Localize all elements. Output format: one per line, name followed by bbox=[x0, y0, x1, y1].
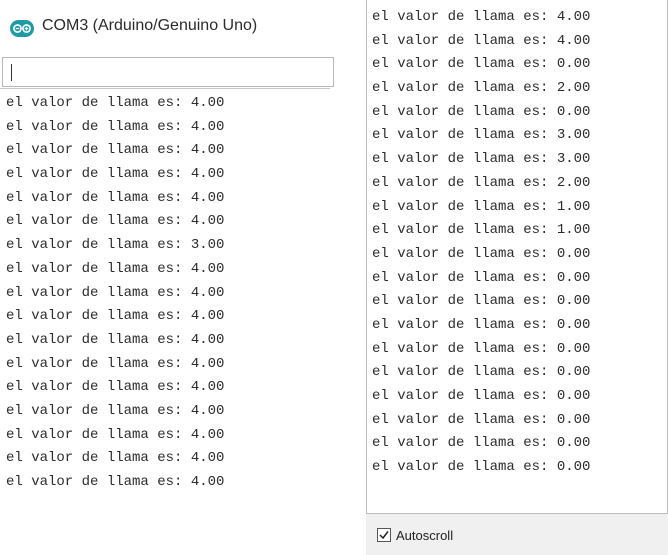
window-title: COM3 (Arduino/Genuino Uno) bbox=[42, 17, 258, 34]
serial-line: el valor de llama es: 0.00 bbox=[372, 56, 591, 73]
serial-line: el valor de llama es: 3.00 bbox=[6, 237, 225, 254]
serial-line: el valor de llama es: 4.00 bbox=[6, 260, 225, 277]
check-icon bbox=[379, 531, 389, 540]
autoscroll-checkbox[interactable] bbox=[377, 528, 391, 542]
status-bar: Autoscroll bbox=[366, 514, 668, 555]
serial-line: el valor de llama es: 4.00 bbox=[6, 379, 225, 396]
serial-line: el valor de llama es: 4.00 bbox=[6, 284, 225, 301]
serial-line: el valor de llama es: 4.00 bbox=[6, 189, 225, 206]
serial-output-left[interactable]: el valor de llama es: 4.00 el valor de ll… bbox=[0, 88, 330, 507]
serial-line: el valor de llama es: 0.00 bbox=[372, 388, 591, 404]
serial-line: el valor de llama es: 0.00 bbox=[372, 269, 591, 286]
serial-line: el valor de llama es: 0.00 bbox=[372, 103, 591, 120]
arduino-logo-icon bbox=[10, 20, 34, 37]
serial-line: el valor de llama es: 4.00 bbox=[6, 355, 225, 372]
serial-line: el valor de llama es: 0.00 bbox=[372, 316, 591, 333]
title-bar: COM3 (Arduino/Genuino Uno) bbox=[0, 0, 330, 54]
serial-line: el valor de llama es: 0.00 bbox=[372, 435, 591, 452]
serial-monitor-window-left: COM3 (Arduino/Genuino Uno) el valor de l… bbox=[0, 0, 334, 555]
serial-line: el valor de llama es: 4.00 bbox=[6, 331, 225, 348]
serial-line: el valor de llama es: 4.00 bbox=[6, 118, 225, 135]
serial-output-right[interactable]: el valor de llama es: 4.00 el valor de ll… bbox=[366, 0, 668, 514]
serial-monitor-window-right: el valor de llama es: 4.00 el valor de ll… bbox=[366, 0, 668, 555]
serial-line: el valor de llama es: 4.00 bbox=[6, 426, 225, 443]
serial-line: el valor de llama es: 2.00 bbox=[372, 174, 591, 191]
text-caret bbox=[11, 64, 12, 81]
serial-line: el valor de llama es: 0.00 bbox=[372, 293, 591, 310]
serial-output-lines: el valor de llama es: 4.00 el valor de ll… bbox=[6, 92, 224, 495]
serial-line: el valor de llama es: 2.00 bbox=[372, 80, 591, 97]
serial-line: el valor de llama es: 1.00 bbox=[372, 222, 591, 239]
serial-line: el valor de llama es: 0.00 bbox=[372, 459, 591, 476]
serial-line: el valor de llama es: 0.00 bbox=[372, 364, 591, 381]
serial-line: el valor de llama es: 4.00 bbox=[6, 474, 225, 490]
serial-line: el valor de llama es: 4.00 bbox=[372, 9, 591, 25]
serial-send-input[interactable] bbox=[2, 57, 334, 87]
serial-line: el valor de llama es: 3.00 bbox=[372, 127, 591, 144]
serial-output-lines: el valor de llama es: 4.00 el valor de ll… bbox=[372, 6, 590, 480]
serial-line: el valor de llama es: 0.00 bbox=[372, 245, 591, 262]
autoscroll-toggle[interactable]: Autoscroll bbox=[377, 527, 453, 543]
serial-line: el valor de llama es: 4.00 bbox=[6, 142, 225, 159]
autoscroll-label: Autoscroll bbox=[396, 527, 454, 543]
serial-line: el valor de llama es: 1.00 bbox=[372, 198, 591, 215]
serial-line: el valor de llama es: 0.00 bbox=[372, 411, 591, 428]
serial-line: el valor de llama es: 4.00 bbox=[6, 402, 225, 419]
serial-line: el valor de llama es: 4.00 bbox=[372, 32, 591, 49]
serial-line: el valor de llama es: 3.00 bbox=[372, 151, 591, 168]
serial-line: el valor de llama es: 4.00 bbox=[6, 213, 225, 230]
serial-line: el valor de llama es: 0.00 bbox=[372, 340, 591, 357]
serial-line: el valor de llama es: 4.00 bbox=[6, 166, 225, 183]
serial-line: el valor de llama es: 4.00 bbox=[6, 95, 225, 111]
serial-line: el valor de llama es: 4.00 bbox=[6, 450, 225, 467]
serial-line: el valor de llama es: 4.00 bbox=[6, 308, 225, 325]
